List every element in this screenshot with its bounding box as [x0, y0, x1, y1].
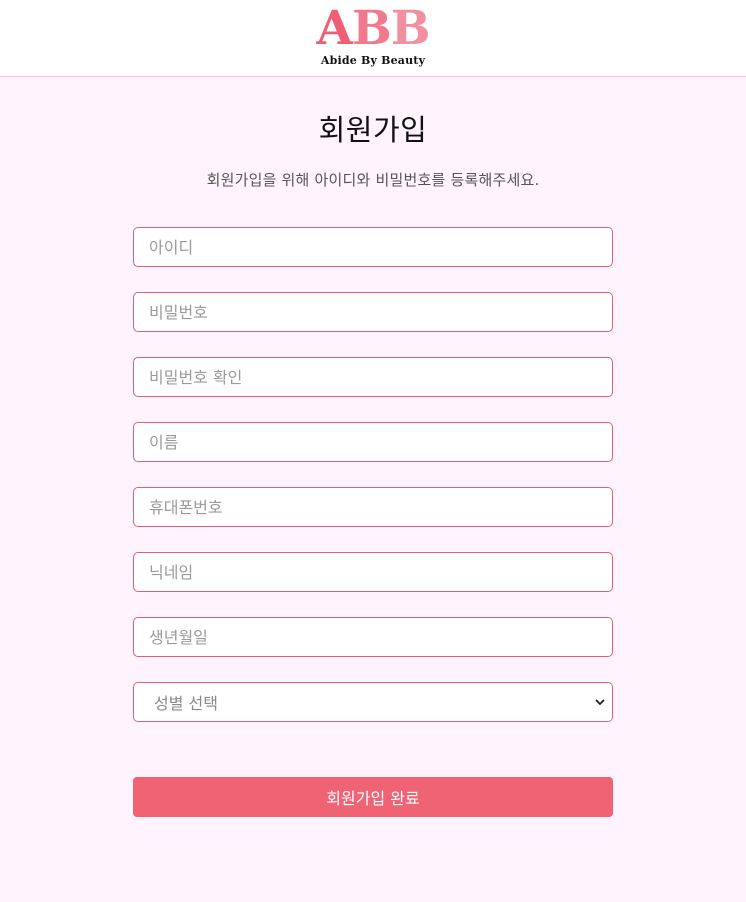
birthdate-input[interactable] [133, 617, 613, 657]
page-subtitle: 회원가입을 위해 아이디와 비밀번호를 등록해주세요. [206, 171, 540, 189]
user-id-input[interactable] [133, 227, 613, 267]
gender-select[interactable]: 성별 선택 [133, 682, 613, 722]
phone-input[interactable] [133, 487, 613, 527]
chevron-down-icon [594, 696, 606, 708]
signup-submit-button[interactable]: 회원가입 완료 [133, 777, 613, 817]
password-input[interactable] [133, 292, 613, 332]
gender-select-box[interactable]: 성별 선택 [133, 682, 613, 722]
logo-letter-a: A [316, 1, 353, 56]
password-confirm-input[interactable] [133, 357, 613, 397]
logo-letter-b1: B [352, 1, 392, 56]
name-input[interactable] [133, 422, 613, 462]
logo-mark: A B B [316, 1, 431, 56]
page-title: 회원가입 [318, 113, 428, 147]
logo[interactable]: A B B Abide By Beauty [316, 1, 431, 68]
header: A B B Abide By Beauty [0, 0, 746, 77]
signup-form: 성별 선택 회원가입 완료 [133, 227, 613, 817]
logo-letter-b2: B [390, 1, 431, 56]
logo-tagline: Abide By Beauty [320, 54, 426, 67]
signup-main: 회원가입 회원가입을 위해 아이디와 비밀번호를 등록해주세요. 성별 선택 회… [0, 77, 746, 817]
gender-select-value: 성별 선택 [154, 694, 218, 713]
nickname-input[interactable] [133, 552, 613, 592]
